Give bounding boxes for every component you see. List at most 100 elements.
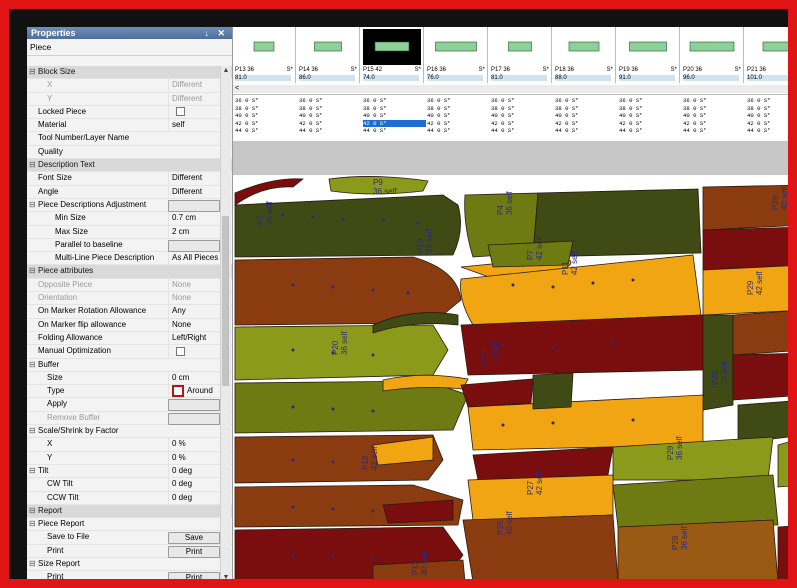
piece-shape[interactable] — [732, 310, 797, 356]
size-quantity-cell[interactable]: 40 0 S* — [235, 112, 298, 120]
property-scrollbar[interactable]: ▲ ▼ — [220, 66, 231, 579]
property-row[interactable]: ⊟ Piece Descriptions Adjustment — [27, 199, 232, 213]
piece-shape[interactable] — [732, 353, 797, 401]
property-row[interactable]: Size 0 cm — [27, 371, 232, 386]
property-row[interactable]: Print Print — [27, 571, 232, 579]
piece-thumbnail[interactable]: P21 36S*101.0 — [745, 27, 788, 83]
size-quantity-cell[interactable]: 40 0 S* — [427, 112, 490, 120]
expand-collapse-icon[interactable]: ⊟ — [29, 505, 37, 517]
piece-thumbnail[interactable]: P18 36 S* 88.0 — [553, 27, 616, 83]
property-row[interactable]: ⊟ Scale/Shrink by Factor — [27, 425, 232, 439]
property-row[interactable]: CW Tilt 0 deg — [27, 478, 232, 492]
expand-collapse-icon[interactable]: ⊟ — [29, 265, 37, 277]
property-action-button[interactable]: Print — [168, 545, 220, 558]
property-value[interactable]: 0 deg — [168, 491, 220, 504]
property-row[interactable]: CCW Tilt 0 deg — [27, 491, 232, 505]
size-quantity-cell[interactable]: 42 0 S* — [427, 120, 490, 128]
property-row[interactable]: Locked Piece — [27, 105, 232, 120]
size-quantity-cell[interactable]: 42 0 S* — [555, 120, 618, 128]
property-value[interactable]: Different — [168, 79, 220, 92]
property-row[interactable]: Remove Buffer — [27, 412, 232, 426]
property-row[interactable]: ⊟ Block Size — [27, 66, 232, 80]
property-row[interactable]: Manual Optimization — [27, 345, 232, 359]
piece-thumbnail[interactable]: P17 36 S* 81.0 — [489, 27, 552, 83]
property-row[interactable]: Print Print — [27, 545, 232, 558]
size-quantity-cell[interactable]: 38 0 S* — [747, 105, 788, 113]
property-row[interactable]: Parallel to baseline — [27, 239, 232, 253]
property-value[interactable]: Different — [168, 92, 220, 105]
size-quantity-cell[interactable]: 38 0 S* — [683, 105, 746, 113]
property-row[interactable]: Orientation None — [27, 292, 232, 306]
property-action-button[interactable] — [168, 239, 220, 252]
property-row[interactable]: On Marker Rotation Allowance Any — [27, 305, 232, 319]
property-row[interactable]: Save to File Save — [27, 531, 232, 545]
property-value[interactable]: 2 cm — [168, 225, 220, 238]
size-quantity-cell[interactable]: 40 0 S* — [747, 112, 788, 120]
thumbnail-scrollbar[interactable]: < — [233, 85, 788, 93]
scroll-up-arrow[interactable]: ▲ — [221, 66, 231, 75]
piece-thumbnail[interactable]: P14 36 S* 86.0 — [297, 27, 360, 83]
buffer-type-swatch[interactable] — [172, 385, 184, 398]
size-quantity-cell[interactable]: 38 0 S* — [619, 105, 682, 113]
property-row[interactable]: ⊟ Tilt 0 deg — [27, 464, 232, 479]
property-row[interactable]: ⊟ Piece attributes — [27, 265, 232, 279]
size-quantity-cell[interactable]: 36 0 S* — [491, 97, 554, 105]
size-quantity-cell[interactable]: 44 0 S* — [427, 127, 490, 135]
property-row[interactable]: Angle Different — [27, 185, 232, 199]
size-quantity-cell[interactable]: 44 0 S* — [747, 127, 788, 135]
property-value[interactable]: Any — [168, 305, 220, 318]
piece-shape[interactable] — [532, 372, 574, 410]
size-quantity-cell[interactable]: 44 0 S* — [363, 127, 426, 135]
checkbox[interactable] — [176, 346, 185, 356]
piece-shape[interactable] — [702, 227, 797, 271]
property-action-button[interactable] — [168, 412, 220, 425]
property-value[interactable]: Left/Right — [168, 331, 220, 345]
property-row[interactable]: ⊟ Report — [27, 504, 232, 519]
property-value[interactable]: 0 deg — [168, 464, 220, 478]
property-row[interactable]: Tool Number/Layer Name — [27, 132, 232, 146]
property-value[interactable] — [168, 345, 220, 358]
expand-collapse-icon[interactable]: ⊟ — [29, 518, 37, 530]
property-row[interactable]: X Different — [27, 79, 232, 93]
expand-collapse-icon[interactable]: ⊟ — [29, 199, 37, 211]
size-quantity-cell[interactable]: 42 0 S* — [491, 120, 554, 128]
expand-collapse-icon[interactable]: ⊟ — [29, 465, 37, 477]
size-quantity-cell[interactable]: 44 0 S* — [299, 127, 362, 135]
piece-thumbnail[interactable]: P15 42 S* 74.0 — [361, 27, 424, 83]
piece-shape[interactable] — [617, 519, 779, 582]
size-quantity-cell[interactable]: 36 0 S* — [427, 97, 490, 105]
panel-pin-close-buttons[interactable]: ↓ ✕ — [204, 27, 228, 39]
scrollbar-thumb[interactable] — [222, 216, 229, 386]
size-quantity-cell[interactable]: 42 0 S* — [299, 120, 362, 128]
piece-thumbnail[interactable]: P20 36 S* 96.0 — [681, 27, 744, 83]
size-quantity-cell[interactable]: 40 0 S* — [619, 112, 682, 120]
checkbox[interactable] — [176, 107, 185, 117]
size-quantity-cell[interactable]: 36 0 S* — [235, 97, 298, 105]
expand-collapse-icon[interactable]: ⊟ — [29, 66, 37, 78]
property-row[interactable]: Apply — [27, 398, 232, 412]
expand-collapse-icon[interactable]: ⊟ — [29, 359, 37, 371]
expand-collapse-icon[interactable]: ⊟ — [29, 159, 37, 171]
piece-shape[interactable] — [234, 380, 469, 434]
size-quantity-cell[interactable]: 40 0 S* — [299, 112, 362, 120]
property-row[interactable]: Max Size 2 cm — [27, 225, 232, 239]
piece-thumbnail[interactable]: P19 36 S* 91.0 — [617, 27, 680, 83]
size-quantity-cell[interactable]: 42 0 S* — [619, 120, 682, 128]
piece-shape[interactable] — [777, 437, 797, 488]
size-quantity-cell[interactable]: 44 0 S* — [491, 127, 554, 135]
size-quantity-cell[interactable]: 42 0 S* — [683, 120, 746, 128]
property-value[interactable]: As All Pieces — [168, 252, 220, 265]
piece-shape[interactable] — [777, 525, 797, 582]
property-value[interactable]: 0 cm — [168, 371, 220, 385]
property-value[interactable] — [168, 105, 220, 119]
scroll-left-arrow[interactable]: < — [235, 85, 239, 92]
property-value[interactable]: None — [168, 278, 220, 292]
size-quantity-cell[interactable]: 38 0 S* — [555, 105, 618, 113]
piece-shape[interactable] — [462, 514, 619, 582]
size-quantity-cell[interactable]: 44 0 S* — [235, 127, 298, 135]
property-action-button[interactable]: Save — [168, 532, 220, 545]
property-value[interactable]: Different — [168, 172, 220, 185]
property-row[interactable]: Y Different — [27, 92, 232, 106]
size-quantity-cell[interactable]: 36 0 S* — [555, 97, 618, 105]
property-value[interactable]: 0 deg — [168, 478, 220, 491]
